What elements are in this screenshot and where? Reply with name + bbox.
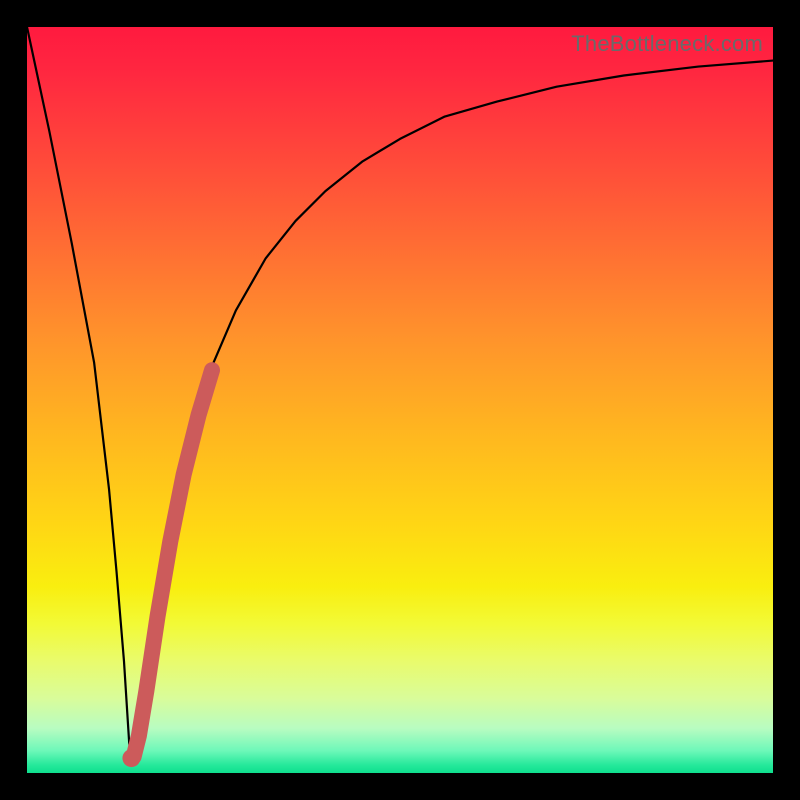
chart-frame: TheBottleneck.com xyxy=(0,0,800,800)
bottleneck-curve-path xyxy=(27,27,773,758)
highlight-dot xyxy=(122,749,140,767)
highlight-segment-path xyxy=(131,370,212,758)
plot-area: TheBottleneck.com xyxy=(27,27,773,773)
curve-layer xyxy=(27,27,773,773)
